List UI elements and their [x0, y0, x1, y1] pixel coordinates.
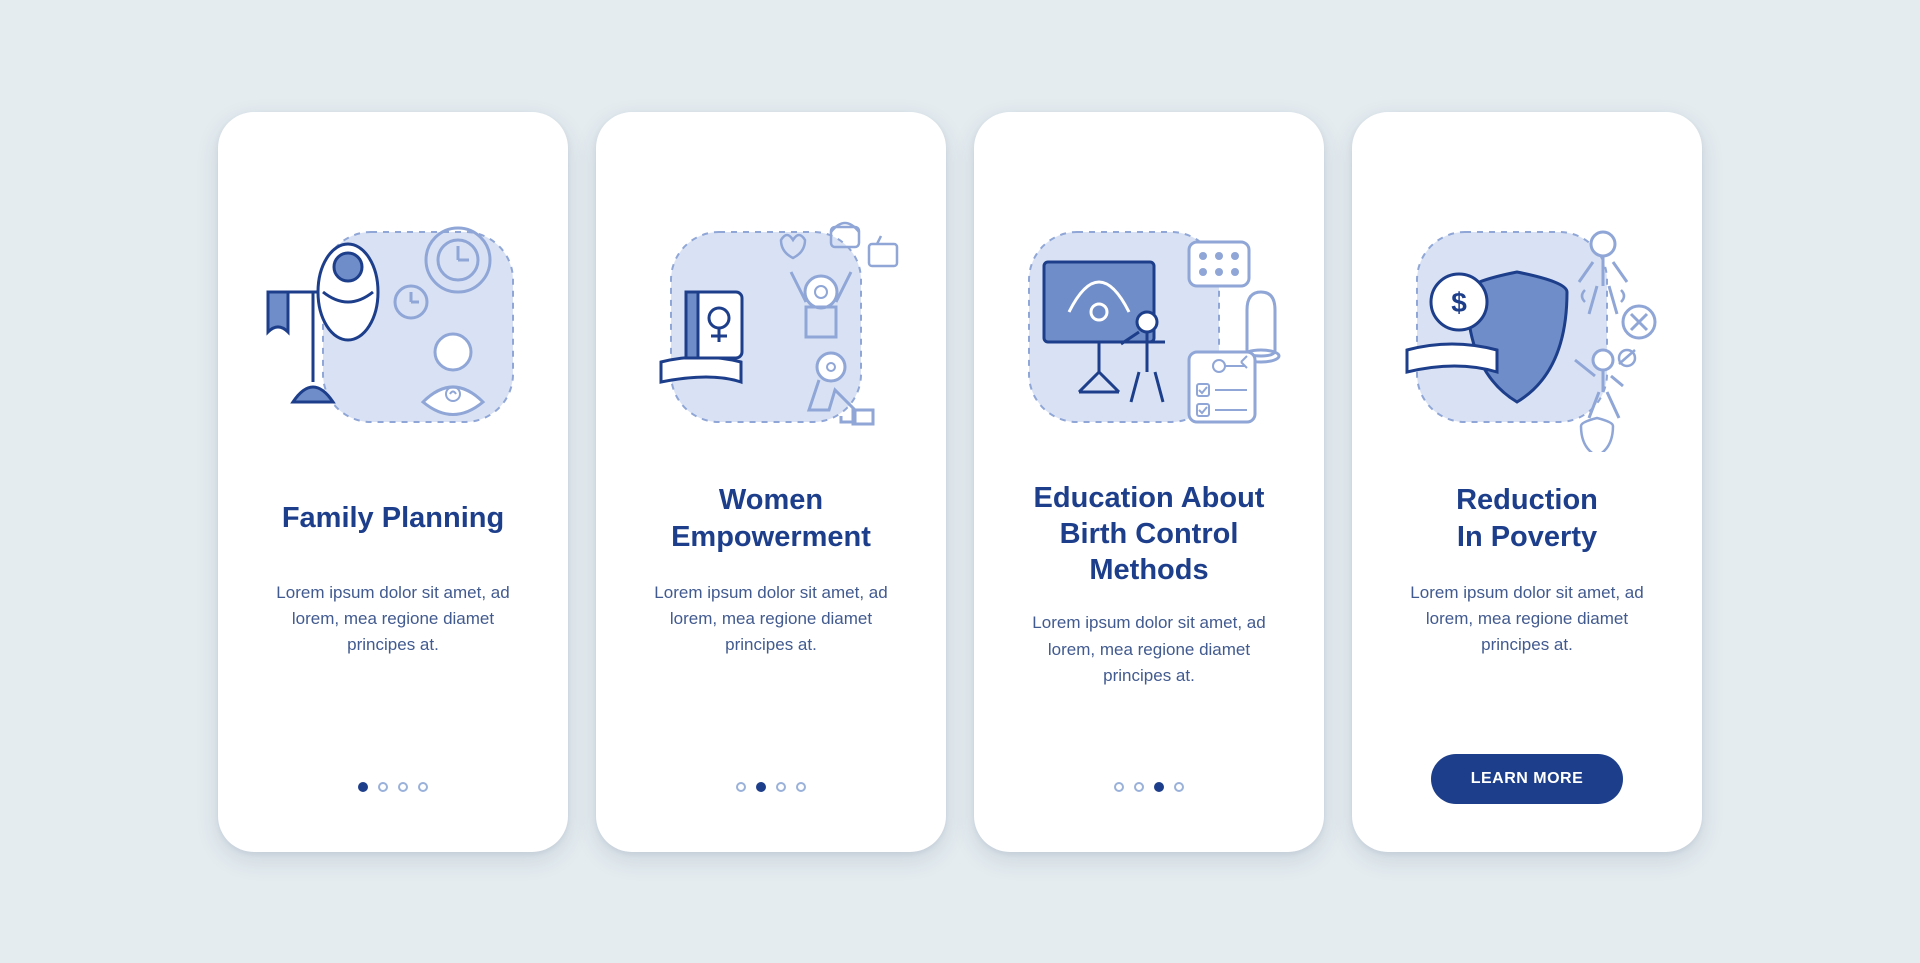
pagination-dot[interactable] [796, 782, 806, 792]
card-title: Women Empowerment [671, 480, 871, 558]
onboarding-card-2: Women Empowerment Lorem ipsum dolor sit … [596, 112, 946, 852]
card-description: Lorem ipsum dolor sit amet, ad lorem, me… [646, 580, 896, 659]
women-empowerment-illustration [631, 172, 911, 452]
birth-control-education-illustration [1009, 172, 1289, 452]
card-description: Lorem ipsum dolor sit amet, ad lorem, me… [268, 580, 518, 659]
card-title: Education About Birth Control Methods [1002, 480, 1296, 589]
learn-more-button[interactable]: LEARN MORE [1431, 754, 1624, 804]
pagination-dot[interactable] [736, 782, 746, 792]
pagination-dots [1114, 782, 1184, 792]
pagination-dot[interactable] [1174, 782, 1184, 792]
pagination-dot[interactable] [756, 782, 766, 792]
card-description: Lorem ipsum dolor sit amet, ad lorem, me… [1402, 580, 1652, 659]
pagination-dot[interactable] [378, 782, 388, 792]
pagination-dot[interactable] [776, 782, 786, 792]
onboarding-card-1: Family Planning Lorem ipsum dolor sit am… [218, 112, 568, 852]
pagination-dot[interactable] [1154, 782, 1164, 792]
pagination-dot[interactable] [418, 782, 428, 792]
onboarding-card-4: $ Reduction In Poverty Lorem ipsum dolor… [1352, 112, 1702, 852]
svg-text:$: $ [1451, 287, 1467, 318]
card-title: Family Planning [282, 480, 504, 558]
pagination-dots [736, 782, 806, 792]
card-description: Lorem ipsum dolor sit amet, ad lorem, me… [1024, 610, 1274, 689]
pagination-dot[interactable] [358, 782, 368, 792]
pagination-dot[interactable] [398, 782, 408, 792]
pagination-dots [358, 782, 428, 792]
pagination-dot[interactable] [1114, 782, 1124, 792]
onboarding-card-3: Education About Birth Control Methods Lo… [974, 112, 1324, 852]
family-planning-illustration [253, 172, 533, 452]
pagination-dot[interactable] [1134, 782, 1144, 792]
card-title: Reduction In Poverty [1456, 480, 1598, 558]
poverty-reduction-illustration: $ [1387, 172, 1667, 452]
